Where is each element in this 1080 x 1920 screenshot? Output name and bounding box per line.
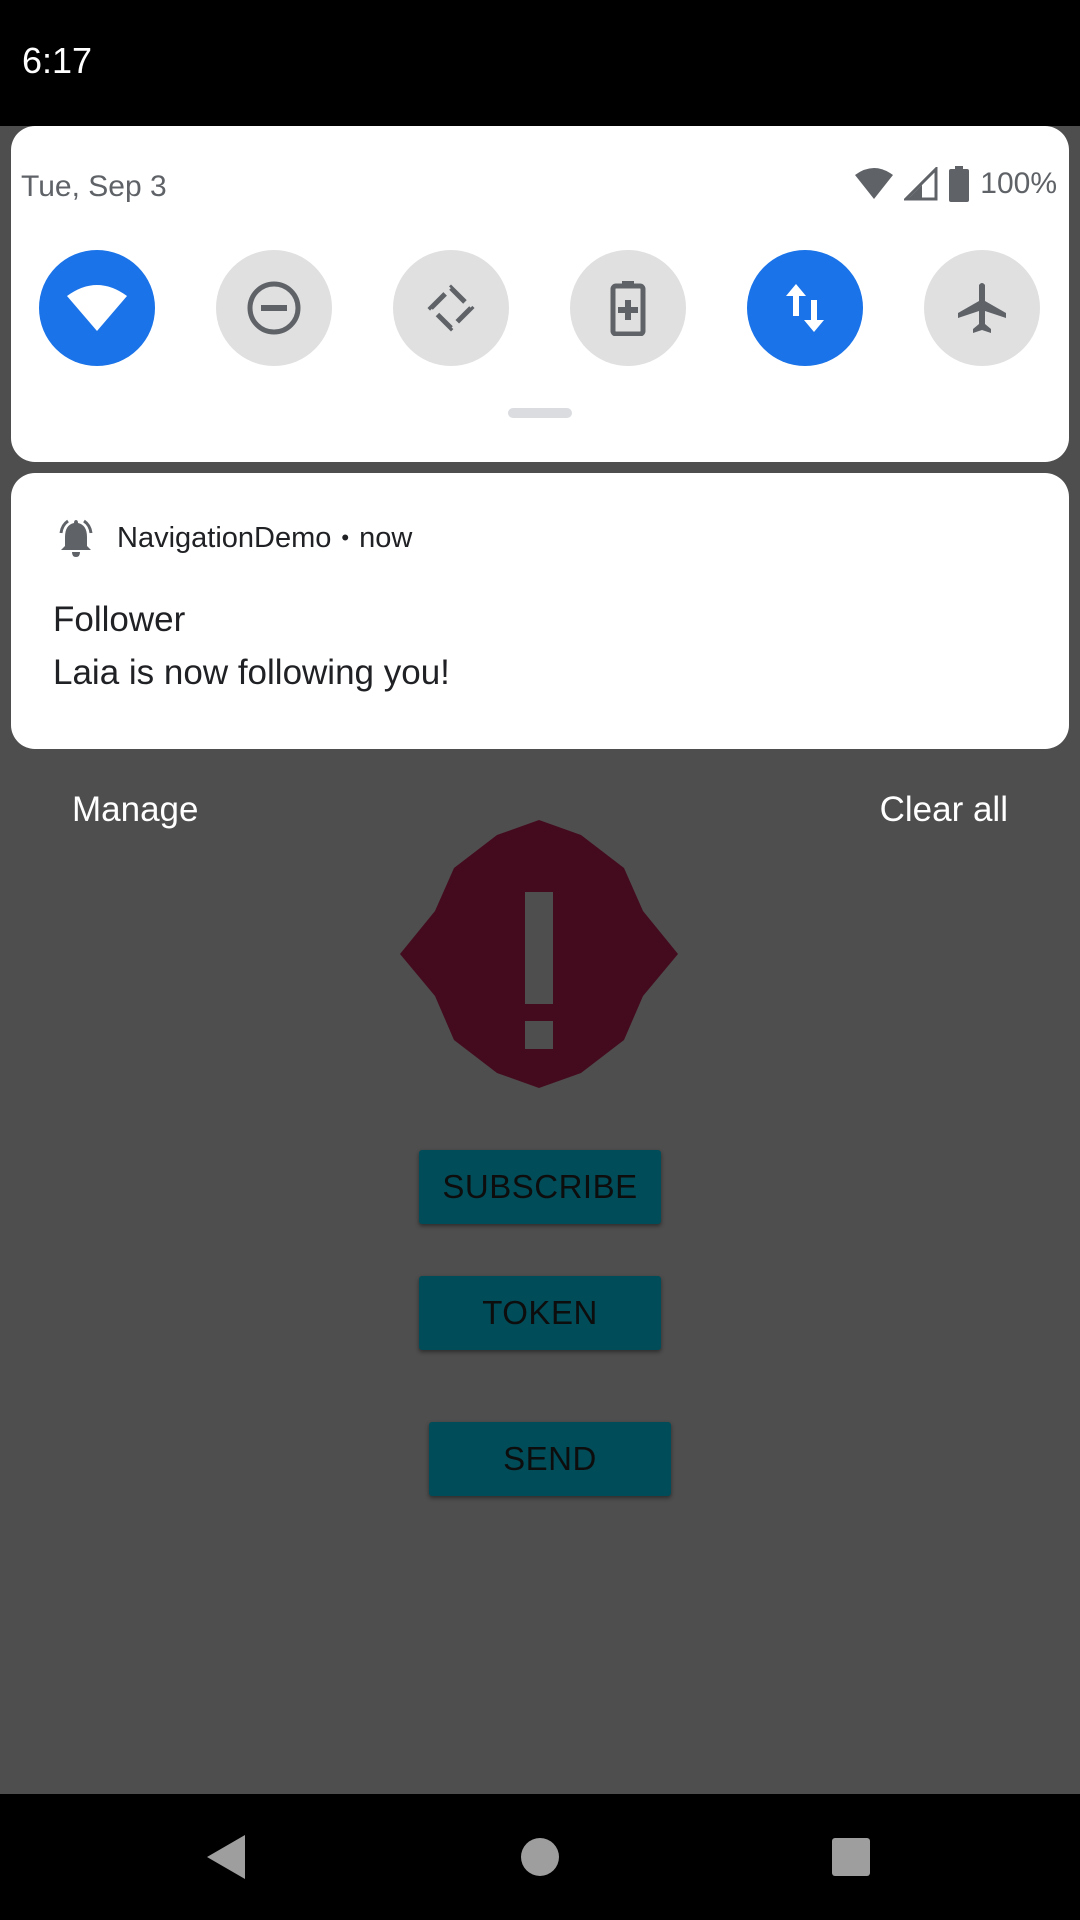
airplane-mode-icon bbox=[958, 283, 1006, 333]
tile-airplane-mode[interactable] bbox=[924, 250, 1040, 366]
home-icon bbox=[521, 1838, 559, 1876]
wifi-signal-icon bbox=[855, 168, 894, 199]
manage-button[interactable]: Manage bbox=[72, 790, 198, 830]
bell-ringing-icon bbox=[59, 519, 93, 557]
status-bar: 6:17 bbox=[0, 0, 1080, 126]
clear-all-button[interactable]: Clear all bbox=[880, 790, 1008, 830]
tile-wifi[interactable] bbox=[39, 250, 155, 366]
tile-mobile-data[interactable] bbox=[747, 250, 863, 366]
alert-badge-icon bbox=[400, 820, 678, 1088]
qs-status-icons: 100% bbox=[854, 166, 1057, 202]
recents-button[interactable] bbox=[806, 1812, 896, 1902]
quick-settings-tiles bbox=[39, 250, 1053, 366]
tile-battery-saver[interactable] bbox=[570, 250, 686, 366]
token-button[interactable]: TOKEN bbox=[419, 1276, 661, 1350]
quick-settings-panel: Tue, Sep 3 100% bbox=[11, 126, 1069, 462]
notification-text: Laia is now following you! bbox=[53, 653, 450, 692]
auto-rotate-icon bbox=[427, 284, 475, 332]
cell-signal-icon bbox=[904, 167, 938, 201]
notification-app-name: NavigationDemo bbox=[117, 521, 332, 554]
notification-card[interactable]: NavigationDemo • now Follower Laia is no… bbox=[11, 473, 1069, 749]
back-button[interactable] bbox=[181, 1812, 271, 1902]
status-time: 6:17 bbox=[22, 40, 93, 81]
battery-icon bbox=[949, 166, 970, 202]
home-button[interactable] bbox=[495, 1812, 585, 1902]
tile-do-not-disturb[interactable] bbox=[216, 250, 332, 366]
do-not-disturb-icon bbox=[247, 281, 301, 335]
notification-separator: • bbox=[341, 525, 350, 550]
notification-header: NavigationDemo • now bbox=[55, 517, 412, 559]
mobile-data-icon bbox=[786, 284, 824, 332]
back-icon bbox=[207, 1835, 245, 1879]
battery-saver-icon bbox=[610, 281, 646, 336]
subscribe-button[interactable]: SUBSCRIBE bbox=[419, 1150, 661, 1224]
tile-auto-rotate[interactable] bbox=[393, 250, 509, 366]
send-button[interactable]: SEND bbox=[429, 1422, 671, 1496]
qs-date[interactable]: Tue, Sep 3 bbox=[21, 170, 167, 204]
notification-time: now bbox=[359, 521, 413, 554]
qs-drag-handle[interactable] bbox=[508, 408, 572, 418]
navigation-bar bbox=[0, 1794, 1080, 1920]
notification-title: Follower bbox=[53, 600, 186, 639]
wifi-icon bbox=[67, 285, 127, 331]
recents-icon bbox=[832, 1838, 870, 1876]
battery-percent: 100% bbox=[980, 167, 1057, 200]
